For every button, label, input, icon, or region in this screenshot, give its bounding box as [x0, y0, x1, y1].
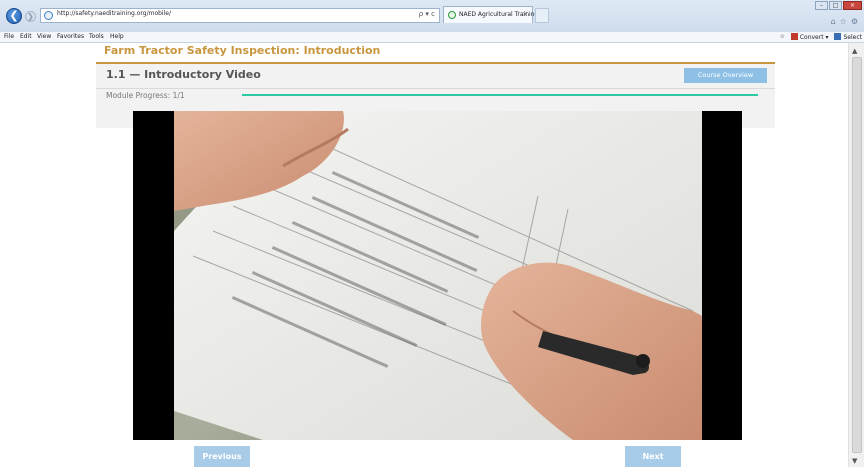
- forward-arrow-icon[interactable]: ❯: [25, 11, 36, 22]
- scroll-up-icon[interactable]: ▲: [852, 47, 857, 55]
- menu-edit[interactable]: Edit: [20, 33, 32, 40]
- header-divider: [96, 88, 775, 89]
- home-icon[interactable]: ⌂: [831, 17, 836, 26]
- settings-gear-icon[interactable]: ⚙: [851, 17, 858, 26]
- select-button[interactable]: Select: [834, 33, 862, 41]
- tab-close-icon[interactable]: ×: [522, 10, 528, 18]
- window-controls: – □ ×: [815, 1, 862, 10]
- browser-toolbar-icons: ⌂ ☆ ⚙: [831, 17, 858, 26]
- next-button[interactable]: Next: [625, 446, 681, 467]
- video-frame: [133, 111, 742, 440]
- pdf-convert-icon: [790, 33, 798, 40]
- page-scrollbar[interactable]: ▲ ▼: [848, 43, 864, 467]
- menu-file[interactable]: File: [4, 33, 14, 40]
- maximize-icon[interactable]: □: [829, 1, 842, 10]
- minimize-icon[interactable]: –: [815, 1, 828, 10]
- command-bar-right: ☆ Convert ▾ Select: [779, 33, 862, 41]
- favorites-star-icon[interactable]: ☆: [840, 17, 847, 26]
- tab-title: NAED Agricultural Training...: [459, 11, 544, 18]
- previous-button[interactable]: Previous: [194, 446, 250, 467]
- tab-favicon-icon: [448, 11, 456, 19]
- site-favicon-icon: [44, 11, 53, 20]
- browser-tab[interactable]: NAED Agricultural Training... ×: [443, 6, 544, 23]
- convert-label: Convert: [799, 34, 824, 41]
- back-arrow-icon[interactable]: ❮: [6, 8, 22, 24]
- close-window-icon[interactable]: ×: [843, 1, 862, 10]
- scroll-thumb[interactable]: [852, 57, 862, 453]
- module-title: 1.1 — Introductory Video: [106, 68, 261, 81]
- page-content: Farm Tractor Safety Inspection: Introduc…: [0, 43, 848, 467]
- course-overview-button[interactable]: Course Overview: [684, 68, 767, 83]
- module-progress-fill: [242, 94, 758, 96]
- extension-star-icon[interactable]: ☆: [779, 33, 784, 41]
- menu-bar: File Edit View Favorites Tools Help ☆ Co…: [0, 32, 864, 43]
- search-refresh-icons[interactable]: ρ ▾ c: [419, 10, 435, 18]
- new-tab-button[interactable]: [535, 8, 549, 23]
- menu-tools[interactable]: Tools: [89, 33, 104, 40]
- scroll-down-icon[interactable]: ▼: [852, 457, 857, 465]
- convert-button[interactable]: Convert ▾: [790, 33, 828, 41]
- intro-video-player[interactable]: [133, 111, 742, 440]
- select-icon: [834, 33, 842, 40]
- menu-help[interactable]: Help: [110, 33, 124, 40]
- course-title: Farm Tractor Safety Inspection: Introduc…: [104, 44, 381, 57]
- address-text: http://safety.naeditraining.org/mobile/: [57, 10, 171, 17]
- menu-view[interactable]: View: [37, 33, 51, 40]
- module-progress-bar: [242, 94, 758, 96]
- select-label: Select: [843, 34, 862, 41]
- address-bar[interactable]: http://safety.naeditraining.org/mobile/ …: [40, 8, 440, 23]
- module-progress-label: Module Progress: 1/1: [106, 91, 185, 100]
- menu-favorites[interactable]: Favorites: [57, 33, 84, 40]
- browser-titlebar: ❮ ❯ http://safety.naeditraining.org/mobi…: [0, 0, 864, 32]
